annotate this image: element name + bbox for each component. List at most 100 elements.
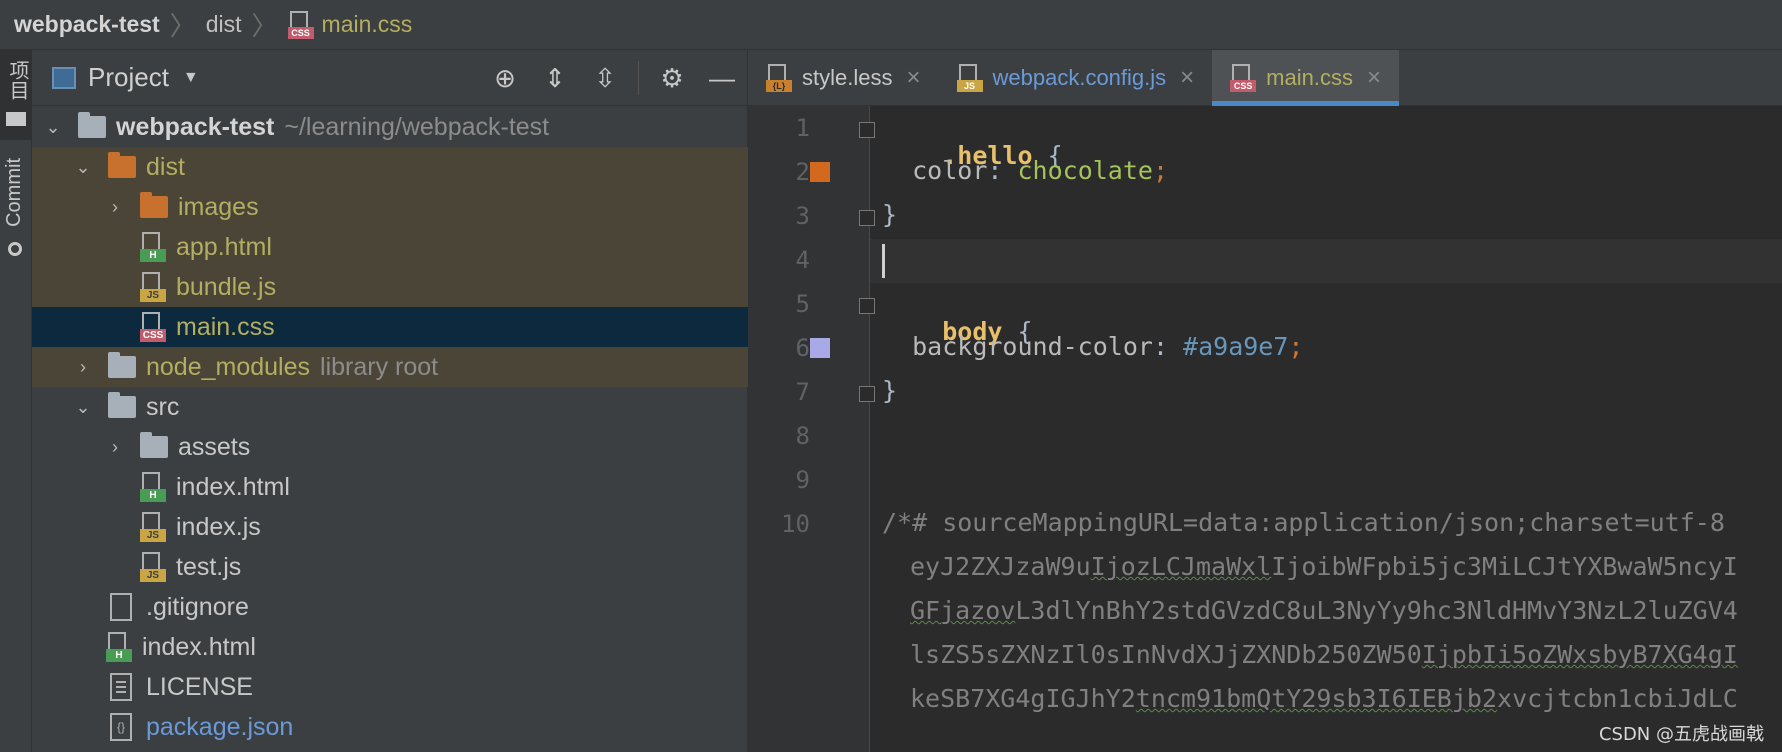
tab-style-less[interactable]: {L} style.less × bbox=[748, 50, 939, 106]
tree-row-app-html[interactable]: H app.html bbox=[32, 227, 748, 267]
close-icon[interactable]: × bbox=[906, 64, 920, 92]
semicolon: ; bbox=[1152, 156, 1169, 185]
gear-icon[interactable]: ⚙ bbox=[647, 63, 697, 94]
commit-tool-window-button[interactable]: Commit bbox=[0, 158, 32, 268]
tree-row-webpack-test[interactable]: ⌄ webpack-test ~/learning/webpack-test bbox=[32, 107, 748, 147]
colon: : bbox=[1152, 332, 1184, 361]
js-file-icon: JS bbox=[140, 272, 166, 302]
tree-item-label: bundle.js bbox=[176, 272, 277, 301]
line-number: 8 bbox=[795, 422, 810, 450]
tree-row-license[interactable]: LICENSE bbox=[32, 667, 748, 707]
folder-icon bbox=[78, 112, 106, 138]
color-swatch-chocolate[interactable] bbox=[810, 162, 830, 182]
tree-row-images[interactable]: › images bbox=[32, 187, 748, 227]
project-view-selector[interactable]: Project bbox=[88, 62, 169, 93]
tree-row-dist[interactable]: ⌄ dist bbox=[32, 147, 748, 187]
line-number: 9 bbox=[795, 466, 810, 494]
tree-row-test-js[interactable]: JS test.js bbox=[32, 547, 748, 587]
chevron-down-icon[interactable]: ▼ bbox=[183, 69, 199, 87]
tree-item-label: webpack-test bbox=[116, 112, 275, 141]
line-number: 10 bbox=[781, 510, 810, 538]
tree-row-node-modules[interactable]: › node_modules library root bbox=[32, 347, 748, 387]
code-editor[interactable]: 1 2 3 4 5 6 7 8 9 10 .hello { color: cho… bbox=[748, 106, 1782, 752]
code-wrap-3: lsZS5sZXNzIl0sInNvdXJjZXNDb250ZW50IjpbIi… bbox=[910, 640, 1738, 669]
project-tool-window-button[interactable]: 项目 bbox=[0, 50, 32, 140]
tree-item-label: index.js bbox=[176, 512, 261, 541]
tree-row-root-index-html[interactable]: H index.html bbox=[32, 627, 748, 667]
text-cursor bbox=[882, 244, 885, 278]
chevron-down-icon[interactable]: ⌄ bbox=[42, 117, 64, 138]
line-number: 1 bbox=[795, 114, 810, 142]
tree-item-note: library root bbox=[320, 352, 439, 381]
breadcrumb-folder[interactable]: dist bbox=[206, 11, 242, 38]
project-toolbar: ⊕ ⇕ ⇳ ⚙ — bbox=[480, 50, 747, 106]
chevron-down-icon[interactable]: ⌄ bbox=[72, 157, 94, 178]
folder-icon bbox=[108, 152, 136, 178]
line-number: 4 bbox=[795, 246, 810, 274]
tree-item-label: test.js bbox=[176, 552, 242, 581]
hide-panel-icon[interactable]: — bbox=[697, 63, 747, 94]
tree-row-assets[interactable]: › assets bbox=[32, 427, 748, 467]
tab-webpack-config-js[interactable]: JS webpack.config.js × bbox=[939, 50, 1213, 106]
tree-row-package-json[interactable]: {} package.json bbox=[32, 707, 748, 747]
close-icon[interactable]: × bbox=[1180, 64, 1194, 92]
project-view-icon bbox=[52, 66, 76, 89]
code-line-10: /*# sourceMappingURL=data:application/js… bbox=[882, 508, 1725, 537]
fold-marker-icon[interactable] bbox=[859, 298, 875, 314]
color-swatch-a9a9e7[interactable] bbox=[810, 338, 830, 358]
chevron-right-icon[interactable]: › bbox=[104, 197, 126, 218]
tree-item-label: index.html bbox=[142, 632, 256, 661]
current-line-highlight bbox=[748, 239, 1782, 283]
code-wrap-1: eyJ2ZXJzaW9uIjozLCJmaWxlIjoibWFpbi5jc3Mi… bbox=[910, 552, 1738, 581]
js-file-icon: JS bbox=[140, 512, 166, 542]
folder-icon bbox=[108, 392, 136, 418]
tree-row-src-index-html[interactable]: H index.html bbox=[32, 467, 748, 507]
tree-item-label: index.html bbox=[176, 472, 290, 501]
code-line-2: color: chocolate; bbox=[882, 156, 1168, 185]
chevron-down-icon[interactable]: ⌄ bbox=[72, 397, 94, 418]
tree-item-label: LICENSE bbox=[146, 672, 253, 701]
tab-main-css[interactable]: CSS main.css × bbox=[1212, 50, 1399, 106]
css-file-icon: CSS bbox=[1230, 64, 1257, 92]
collapse-all-icon[interactable]: ⇳ bbox=[580, 63, 630, 94]
tree-item-label: app.html bbox=[176, 232, 272, 261]
tree-row-index-js[interactable]: JS index.js bbox=[32, 507, 748, 547]
tree-item-path: ~/learning/webpack-test bbox=[284, 112, 550, 141]
line-number: 3 bbox=[795, 202, 810, 230]
line-number: 5 bbox=[795, 290, 810, 318]
code-wrap-2: GFjazovL3dlYnBhY2stdGVzdC8uL3NyYy9hc3Nld… bbox=[910, 596, 1738, 625]
tree-item-label: assets bbox=[178, 432, 251, 461]
locate-file-icon[interactable]: ⊕ bbox=[480, 63, 530, 94]
tab-label: style.less bbox=[802, 65, 893, 90]
tree-row-bundle-js[interactable]: JS bundle.js bbox=[32, 267, 748, 307]
code-wrap-4: keSB7XG4gIGJhY2tncm91bmQtY29sb3I6IEBjb2x… bbox=[910, 684, 1738, 713]
line-number: 6 bbox=[795, 334, 810, 362]
breadcrumb: webpack-test 〉 dist 〉 CSS main.css bbox=[0, 0, 1782, 50]
toolbar-divider bbox=[638, 61, 639, 95]
breadcrumb-project[interactable]: webpack-test bbox=[14, 11, 160, 38]
brace: } bbox=[882, 376, 898, 405]
fold-marker-icon[interactable] bbox=[859, 122, 875, 138]
semicolon: ; bbox=[1288, 332, 1304, 361]
tree-row-src[interactable]: ⌄ src bbox=[32, 387, 748, 427]
code-line-7: } bbox=[882, 376, 897, 405]
css-file-icon: CSS bbox=[140, 312, 166, 342]
project-tree: ⌄ webpack-test ~/learning/webpack-test ⌄… bbox=[32, 107, 748, 747]
tree-row-main-css[interactable]: CSS main.css bbox=[32, 307, 748, 347]
line-number: 7 bbox=[795, 378, 810, 406]
chevron-right-icon[interactable]: › bbox=[104, 437, 126, 458]
fold-marker-icon[interactable] bbox=[859, 210, 875, 226]
text-file-icon bbox=[110, 673, 132, 701]
fold-marker-icon[interactable] bbox=[859, 386, 875, 402]
tree-item-label: .gitignore bbox=[146, 592, 249, 621]
expand-all-icon[interactable]: ⇕ bbox=[530, 63, 580, 94]
breadcrumb-file[interactable]: CSS main.css bbox=[287, 10, 412, 39]
tree-row-gitignore[interactable]: .gitignore bbox=[32, 587, 748, 627]
tab-label: main.css bbox=[1266, 65, 1353, 90]
project-panel: Project ▼ ⊕ ⇕ ⇳ ⚙ — ⌄ webpack-test ~/lea… bbox=[32, 50, 748, 752]
close-icon[interactable]: × bbox=[1367, 64, 1381, 92]
chevron-right-icon[interactable]: › bbox=[72, 357, 94, 378]
tab-label: webpack.config.js bbox=[992, 65, 1167, 90]
editor-gutter: 1 2 3 4 5 6 7 8 9 10 bbox=[748, 106, 875, 752]
tree-item-label: main.css bbox=[176, 312, 275, 341]
